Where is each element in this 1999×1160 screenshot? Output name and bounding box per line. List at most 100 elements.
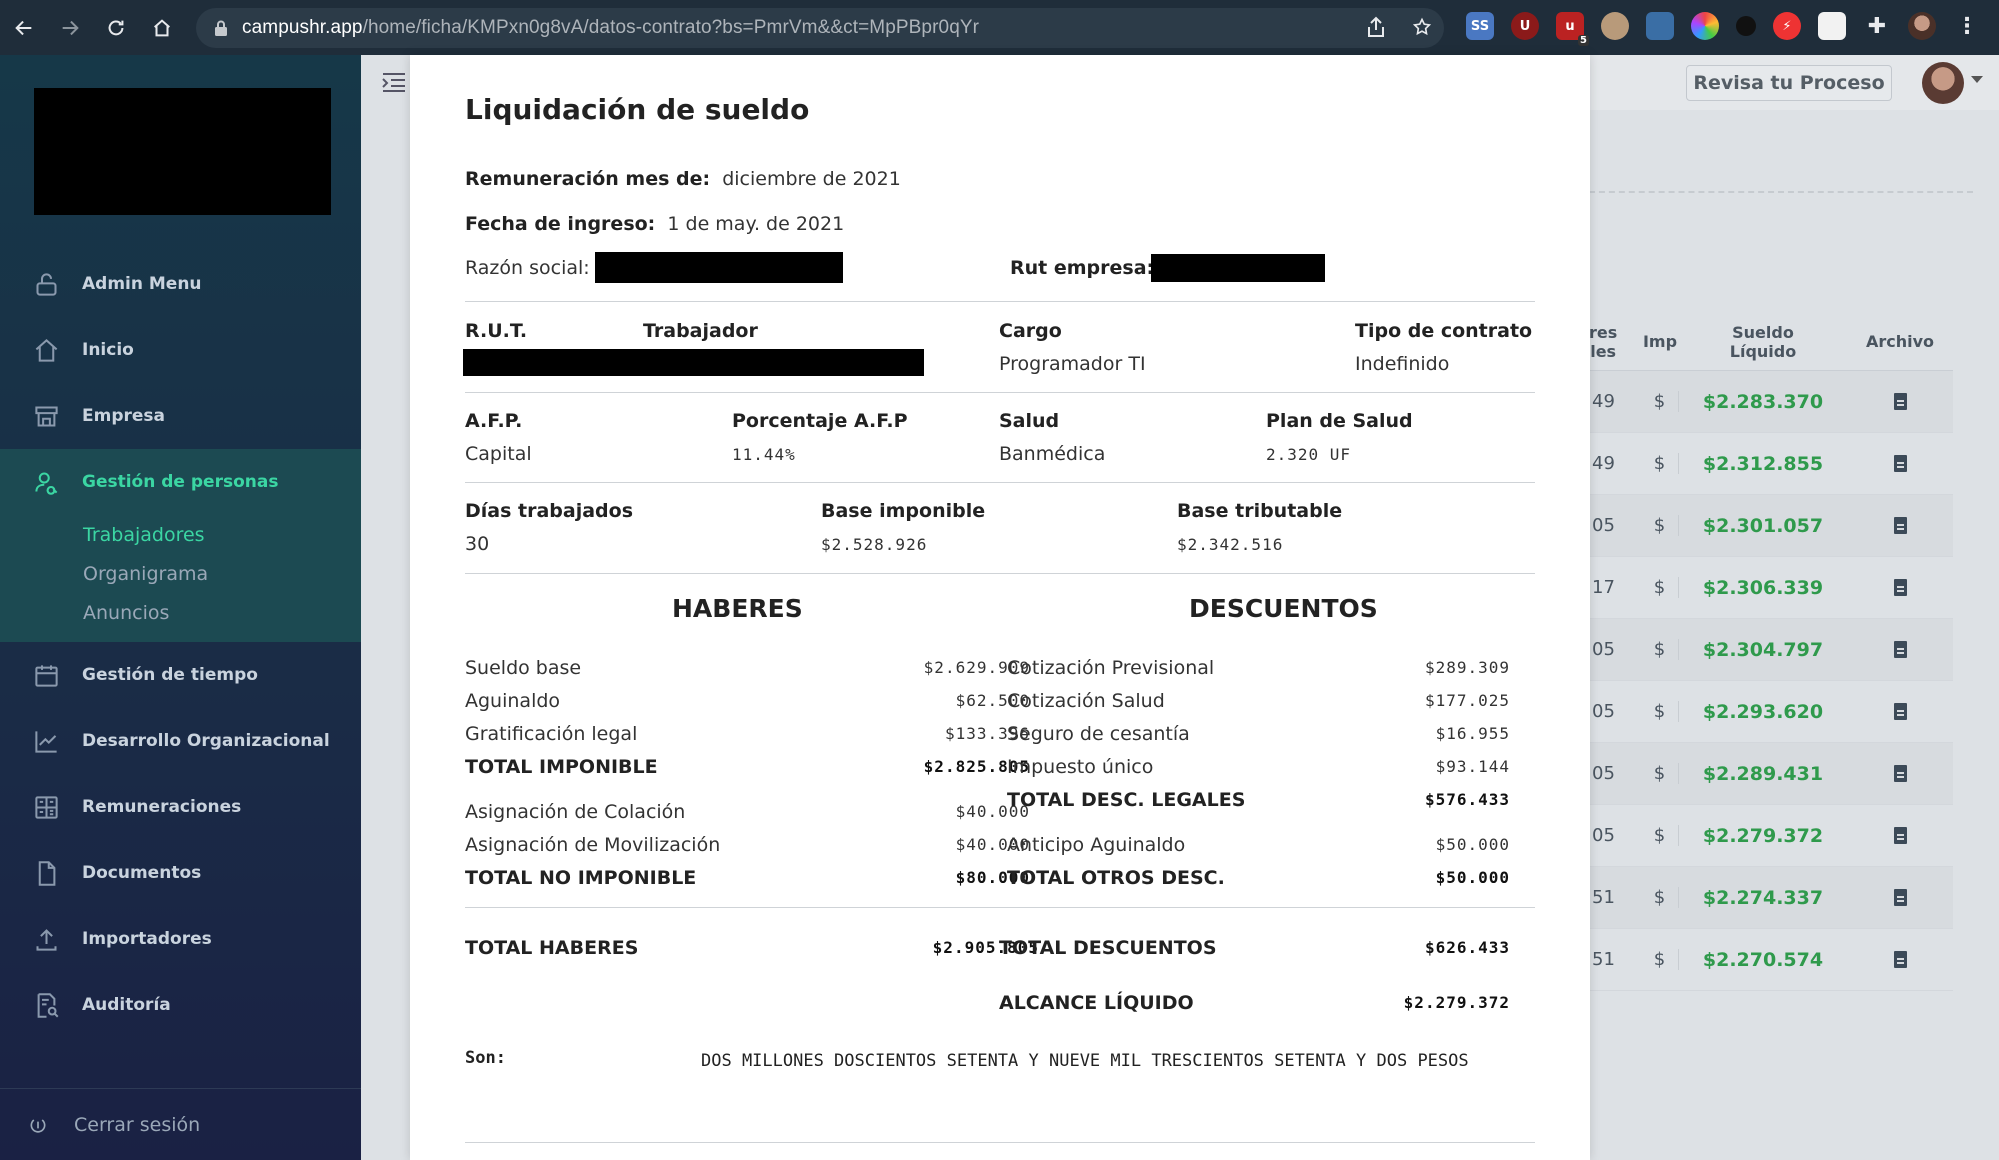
divider [465,907,1535,908]
submenu-item-organigrama[interactable]: Organigrama [0,554,361,593]
revisa-proceso-button[interactable]: Revisa tu Proceso [1686,65,1892,101]
sidebar-item-label: Documentos [82,863,202,883]
sidebar-item-gestion-personas[interactable]: Gestión de personas [0,449,361,515]
file-download-icon[interactable] [1893,765,1907,782]
sidebar-item-remuneraciones[interactable]: Remuneraciones [0,774,361,840]
cargo-value: Programador TI [999,353,1146,375]
divider [465,482,1535,483]
sidebar-item-gestion-tiempo[interactable]: Gestión de tiempo [0,642,361,708]
file-download-icon[interactable] [1893,951,1907,968]
bookmark-star-icon[interactable] [1412,16,1432,38]
afp-label: A.F.P. [465,410,523,432]
table-row: 05 $ $2.293.620 [1589,681,1953,743]
haber-label: Gratificación legal [465,723,638,745]
descuento-value: $50.000 [1435,835,1510,854]
forward-icon[interactable] [48,6,92,50]
color-picker-icon[interactable] [1691,12,1719,40]
screenshot-icon[interactable] [1646,12,1674,40]
file-download-icon[interactable] [1893,579,1907,596]
table-row: 05 $ $2.301.057 [1589,495,1953,557]
sidebar: Admin Menu Inicio Empresa Gestión de per… [0,55,361,1160]
lightning-icon[interactable]: ⚡ [1773,12,1801,40]
afp-value: Capital [465,443,532,465]
file-download-icon[interactable] [1893,641,1907,658]
extension-face-icon[interactable] [1601,12,1629,40]
chevron-down-icon[interactable] [1971,76,1983,83]
sidebar-item-label: Gestión de personas [82,472,279,492]
share-icon[interactable] [1366,16,1386,38]
total-descuentos-value: $626.433 [1424,938,1510,957]
sidebar-item-empresa[interactable]: Empresa [0,383,361,449]
address-bar[interactable]: campushr.app/home/ficha/KMPxn0g8vA/datos… [196,8,1444,48]
cell-sueldo-liquido: $2.289.431 [1702,762,1824,785]
store-icon [35,405,58,427]
column-header-sueldo-liquido: Sueldo Líquido [1729,322,1797,361]
file-download-icon[interactable] [1893,827,1907,844]
reload-icon[interactable] [94,6,138,50]
lock-icon [36,272,57,296]
descuento-label: Anticipo Aguinaldo [1007,834,1186,856]
document-icon [38,860,56,886]
back-icon[interactable] [2,6,46,50]
cell: 49 [1592,453,1615,474]
logout-button[interactable]: Cerrar sesión [0,1088,361,1160]
sidebar-item-label: Empresa [82,406,165,426]
sidebar-item-auditoria[interactable]: Auditoría [0,972,361,1038]
file-download-icon[interactable] [1893,703,1907,720]
chart-line-icon [35,730,57,753]
file-download-icon[interactable] [1893,393,1907,410]
file-download-icon[interactable] [1893,889,1907,906]
profile-avatar-icon[interactable] [1908,12,1936,40]
alcance-liquido-label: ALCANCE LÍQUIDO [999,992,1194,1014]
file-download-icon[interactable] [1893,455,1907,472]
descuento-value: $289.309 [1424,658,1510,677]
table-row: 05 $ $2.304.797 [1589,619,1953,681]
table-row: 17 $ $2.306.339 [1589,557,1953,619]
logout-label: Cerrar sesión [74,1113,201,1136]
cell: $ [1641,453,1679,474]
son-label: Son: [465,1048,506,1068]
user-search-icon [35,471,58,495]
sidebar-item-desarrollo[interactable]: Desarrollo Organizacional [0,708,361,774]
submenu-item-anuncios[interactable]: Anuncios [0,593,361,632]
table-row: 49 $ $2.283.370 [1589,371,1953,433]
ublock-icon[interactable]: U [1511,12,1539,40]
menu-toggle-icon[interactable] [381,70,407,98]
sidebar-item-label: Desarrollo Organizacional [82,731,330,751]
sidebar-item-inicio[interactable]: Inicio [0,317,361,383]
cell: $ [1641,701,1679,722]
extension-icon[interactable]: SS [1466,12,1494,40]
liquidacion-modal: Liquidación de sueldo Remuneración mes d… [410,55,1590,1160]
user-avatar[interactable] [1922,62,1964,104]
sidebar-item-documentos[interactable]: Documentos [0,840,361,906]
sidebar-item-admin-menu[interactable]: Admin Menu [0,251,361,317]
cell: $ [1641,577,1679,598]
trabajador-label: Trabajador [643,320,758,342]
divider [1589,191,1973,193]
puzzle-icon[interactable]: ✚ [1863,12,1891,40]
total-otros-desc-value: $50.000 [1435,868,1510,887]
sidebar-item-importadores[interactable]: Importadores [0,906,361,972]
browser-menu-icon[interactable]: ⋮ [1953,12,1981,40]
extension-badge-icon[interactable]: u5 [1556,12,1589,46]
total-desc-legales-label: TOTAL DESC. LEGALES [1007,789,1246,811]
total-otros-desc-label: TOTAL OTROS DESC. [1007,867,1225,889]
ingreso-row: Fecha de ingreso: 1 de may. de 2021 [465,213,844,235]
remuneracion-label: Remuneración mes de: [465,168,711,190]
cargo-label: Cargo [999,320,1062,342]
table-body: 49 $ $2.283.370 49 $ $2.312.855 05 $ $2.301.05… [1589,371,1953,991]
bomb-icon[interactable] [1736,16,1756,36]
base-imponible-value: $2.528.926 [821,535,928,554]
descuento-label: Seguro de cesantía [1007,723,1190,745]
total-descuentos-label: TOTAL DESCUENTOS [999,937,1217,959]
cell: $ [1641,639,1679,660]
file-download-icon[interactable] [1893,517,1907,534]
notes-icon[interactable] [1818,12,1846,40]
sidebar-item-label: Inicio [82,340,134,360]
descuento-label: Cotización Salud [1007,690,1165,712]
submenu-item-trabajadores[interactable]: Trabajadores [0,515,361,554]
home-icon[interactable] [140,6,184,50]
sidebar-group-personas: Gestión de personas Trabajadores Organig… [0,449,361,642]
divider [465,1142,1535,1143]
trabajador-redacted [463,349,924,376]
